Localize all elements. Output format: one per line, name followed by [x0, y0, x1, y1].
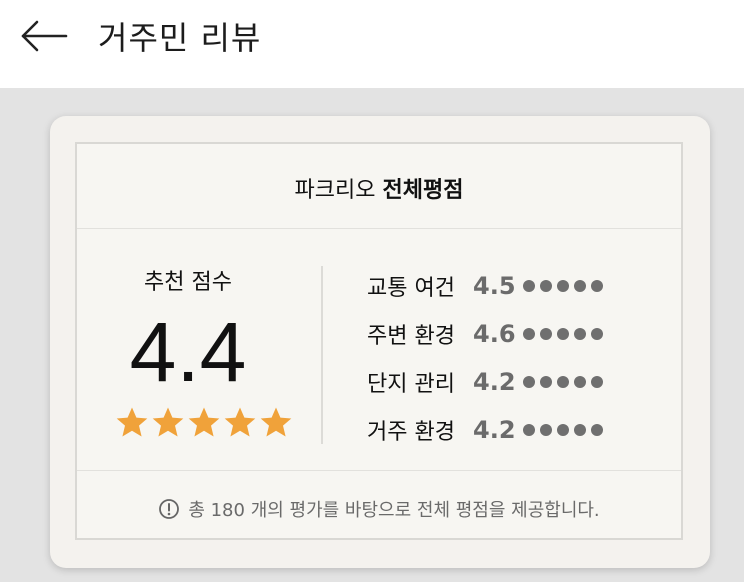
- star-icon: [188, 407, 220, 437]
- info-circle-icon: [159, 499, 180, 519]
- star-icon: [260, 407, 292, 437]
- star-rating: [115, 406, 295, 442]
- dot-icon: [591, 424, 603, 436]
- rating-row: 거주 환경 4.2: [367, 406, 667, 454]
- rating-dots: [523, 280, 603, 292]
- dot-icon: [591, 280, 603, 292]
- rating-dots: [523, 376, 603, 388]
- card-title-prefix: 파크리오: [294, 178, 376, 203]
- dot-icon: [557, 424, 569, 436]
- star-icon: [152, 407, 184, 437]
- app-header: 거주민 리뷰: [0, 0, 744, 88]
- rating-label: 주변 환경: [367, 324, 455, 349]
- recommend-label: 추천 점수: [144, 270, 232, 295]
- dot-icon: [540, 424, 552, 436]
- arrow-left-icon: [21, 20, 68, 52]
- dot-icon: [523, 280, 535, 292]
- dot-icon: [523, 328, 535, 340]
- dot-icon: [591, 376, 603, 388]
- dot-icon: [540, 280, 552, 292]
- rating-label: 교통 여건: [367, 276, 455, 301]
- dot-icon: [540, 376, 552, 388]
- rating-row: 주변 환경 4.6: [367, 310, 667, 358]
- content-area: 파크리오 전체평점 추천 점수 4.4 교통 여건 4.5 주변 환경 4.6: [0, 88, 744, 582]
- footer-text: 총 180 개의 평가를 바탕으로 전체 평점을 제공합니다.: [188, 500, 600, 521]
- rating-value: 4.6: [473, 320, 516, 348]
- star-icon: [116, 407, 148, 437]
- page-title: 거주민 리뷰: [98, 19, 262, 57]
- card-title-strong: 전체평점: [382, 178, 464, 203]
- divider-top: [77, 228, 681, 229]
- rating-value: 4.5: [473, 272, 516, 300]
- star-icon: [224, 407, 256, 437]
- recommend-score: 4.4: [129, 305, 247, 399]
- back-button[interactable]: [18, 14, 70, 58]
- category-ratings: 교통 여건 4.5 주변 환경 4.6 단지 관리 4.2 거주 환경 4.2: [367, 262, 667, 454]
- dot-icon: [557, 328, 569, 340]
- dot-icon: [591, 328, 603, 340]
- rating-row: 단지 관리 4.2: [367, 358, 667, 406]
- dot-icon: [574, 424, 586, 436]
- rating-dots: [523, 424, 603, 436]
- dot-icon: [523, 424, 535, 436]
- rating-row: 교통 여건 4.5: [367, 262, 667, 310]
- dot-icon: [574, 328, 586, 340]
- rating-card-inner: 파크리오 전체평점 추천 점수 4.4 교통 여건 4.5 주변 환경 4.6: [75, 142, 683, 540]
- dot-icon: [523, 376, 535, 388]
- vertical-divider: [321, 266, 323, 444]
- rating-value: 4.2: [473, 368, 516, 396]
- divider-bottom: [77, 470, 681, 471]
- rating-label: 거주 환경: [367, 420, 455, 445]
- rating-value: 4.2: [473, 416, 516, 444]
- dot-icon: [574, 280, 586, 292]
- dot-icon: [574, 376, 586, 388]
- dot-icon: [557, 376, 569, 388]
- card-title: 파크리오 전체평점: [77, 172, 681, 204]
- rating-card: 파크리오 전체평점 추천 점수 4.4 교통 여건 4.5 주변 환경 4.6: [50, 116, 710, 568]
- rating-dots: [523, 328, 603, 340]
- rating-label: 단지 관리: [367, 372, 455, 397]
- dot-icon: [557, 280, 569, 292]
- dot-icon: [540, 328, 552, 340]
- footer-note: 총 180 개의 평가를 바탕으로 전체 평점을 제공합니다.: [77, 496, 681, 522]
